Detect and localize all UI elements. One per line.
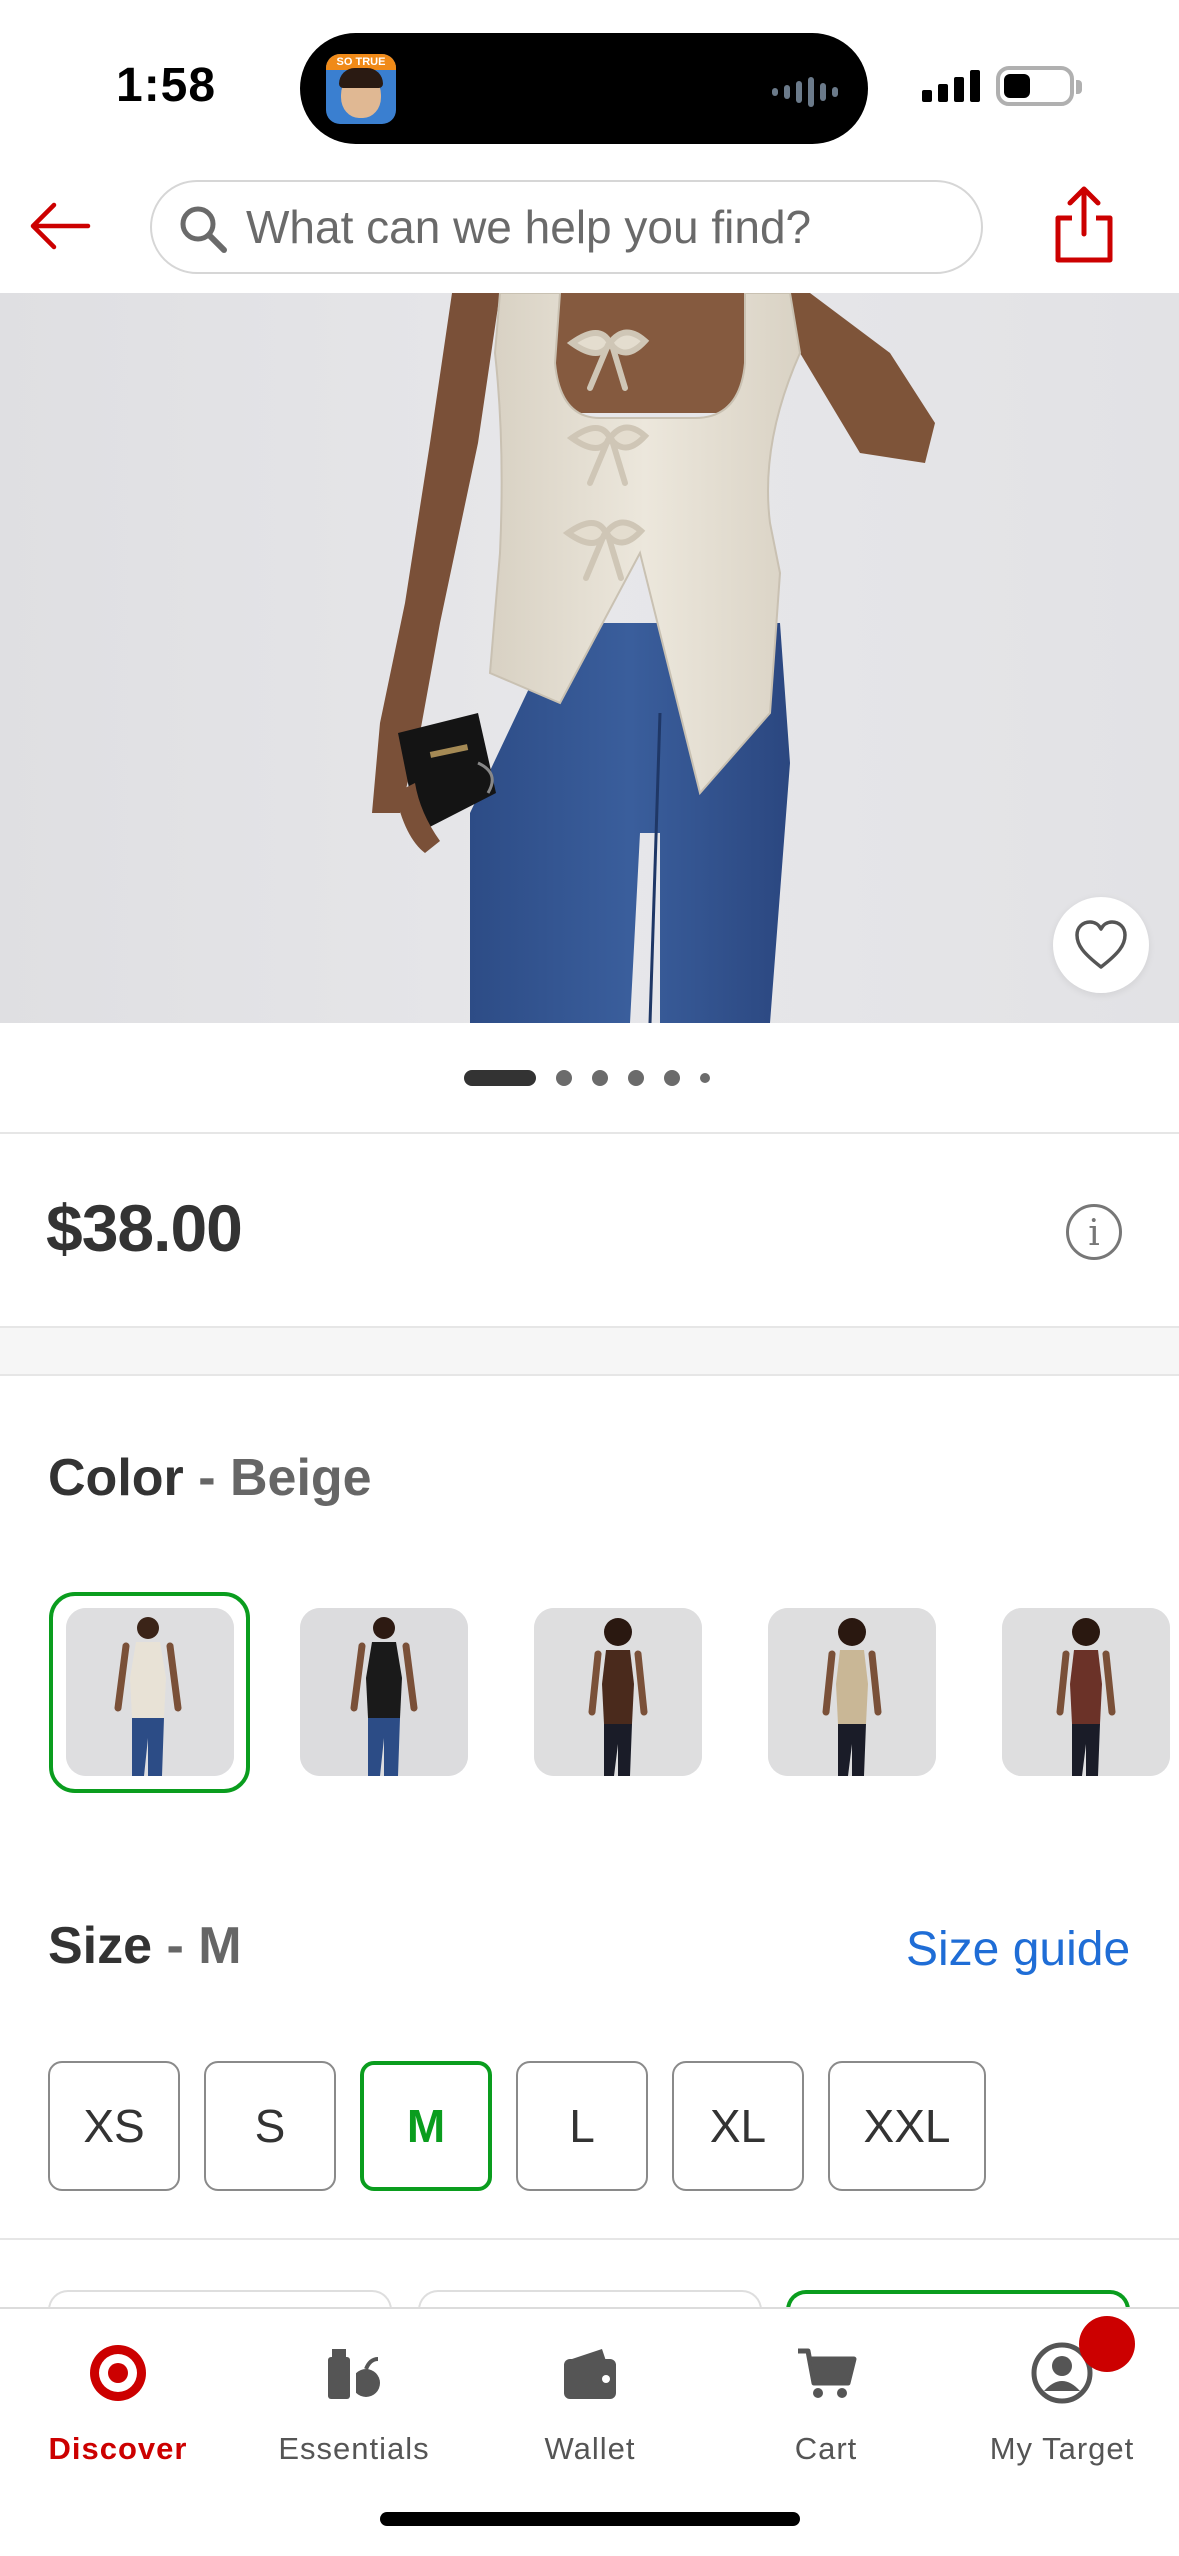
section-separator	[0, 1326, 1179, 1376]
size-option-s[interactable]: S	[204, 2061, 336, 2191]
target-bullseye-icon	[90, 2345, 146, 2401]
heart-icon	[1075, 920, 1127, 969]
tab-label: Essentials	[278, 2431, 430, 2466]
favorite-button[interactable]	[1053, 897, 1149, 993]
tab-wallet[interactable]: Wallet	[472, 2309, 708, 2489]
search-input[interactable]	[246, 182, 966, 272]
color-swatch-black[interactable]	[300, 1608, 468, 1776]
back-button[interactable]	[24, 190, 96, 262]
dynamic-island[interactable]: SO TRUE	[300, 33, 868, 144]
tab-label: Cart	[794, 2431, 858, 2466]
tab-discover[interactable]: Discover	[0, 2309, 236, 2489]
price-info-button[interactable]: i	[1066, 1204, 1122, 1260]
size-option-xl[interactable]: XL	[672, 2061, 804, 2191]
color-separator: -	[198, 1449, 216, 1507]
status-time: 1:58	[116, 59, 217, 112]
product-image[interactable]	[0, 293, 1179, 1023]
product-page: 1:58 SO TRUE What can we help you find? …	[0, 0, 1179, 2556]
selected-color: Beige	[230, 1449, 372, 1507]
cart-icon	[798, 2348, 857, 2398]
selected-size: M	[198, 1917, 242, 1975]
size-option-xs[interactable]: XS	[48, 2061, 180, 2191]
tab-essentials[interactable]: Essentials	[236, 2309, 472, 2489]
size-option-xxl[interactable]: XXL	[828, 2061, 986, 2191]
divider	[0, 1132, 1179, 1134]
size-option-l[interactable]: L	[516, 2061, 648, 2191]
tab-label: Discover	[48, 2431, 188, 2466]
cellular-signal-icon	[922, 70, 980, 102]
color-swatch-khaki[interactable]	[768, 1608, 936, 1776]
size-separator: -	[166, 1917, 184, 1975]
essentials-grocery-icon	[328, 2349, 380, 2399]
carousel-dot[interactable]	[700, 1073, 710, 1083]
image-carousel-dots[interactable]	[464, 1070, 710, 1086]
size-option-m[interactable]: M	[360, 2061, 492, 2191]
color-swatch-burgundy[interactable]	[1002, 1608, 1170, 1776]
carousel-dot[interactable]	[628, 1070, 644, 1086]
arrow-left-icon	[30, 202, 91, 250]
tab-label: Wallet	[544, 2431, 636, 2466]
color-heading: Color - Beige	[48, 1448, 372, 1508]
product-price: $38.00	[46, 1191, 243, 1265]
size-heading: Size - M	[48, 1916, 242, 1976]
wallet-icon	[564, 2349, 616, 2399]
tab-my-target[interactable]: My Target	[944, 2309, 1179, 2489]
carousel-dot[interactable]	[556, 1070, 572, 1086]
audio-wave-icon	[772, 77, 838, 107]
notification-badge	[1079, 2316, 1135, 2372]
battery-icon	[996, 66, 1082, 106]
color-swatch-beige[interactable]	[66, 1608, 234, 1776]
island-app-avatar: SO TRUE	[326, 54, 396, 124]
tab-label: My Target	[989, 2431, 1135, 2466]
tab-cart[interactable]: Cart	[708, 2309, 944, 2489]
home-indicator[interactable]	[380, 2512, 800, 2526]
color-swatch-brown[interactable]	[534, 1608, 702, 1776]
search-bar[interactable]	[150, 180, 983, 274]
info-icon: i	[1088, 1213, 1100, 1254]
divider	[0, 2238, 1179, 2240]
size-label: Size	[48, 1917, 153, 1975]
carousel-dot[interactable]	[664, 1070, 680, 1086]
color-label: Color	[48, 1449, 184, 1507]
search-icon	[180, 206, 227, 253]
share-button[interactable]	[1048, 184, 1120, 266]
carousel-dot[interactable]	[464, 1070, 536, 1086]
size-guide-link[interactable]: Size guide	[906, 1922, 1130, 1977]
share-icon	[1055, 186, 1113, 263]
carousel-dot[interactable]	[592, 1070, 608, 1086]
